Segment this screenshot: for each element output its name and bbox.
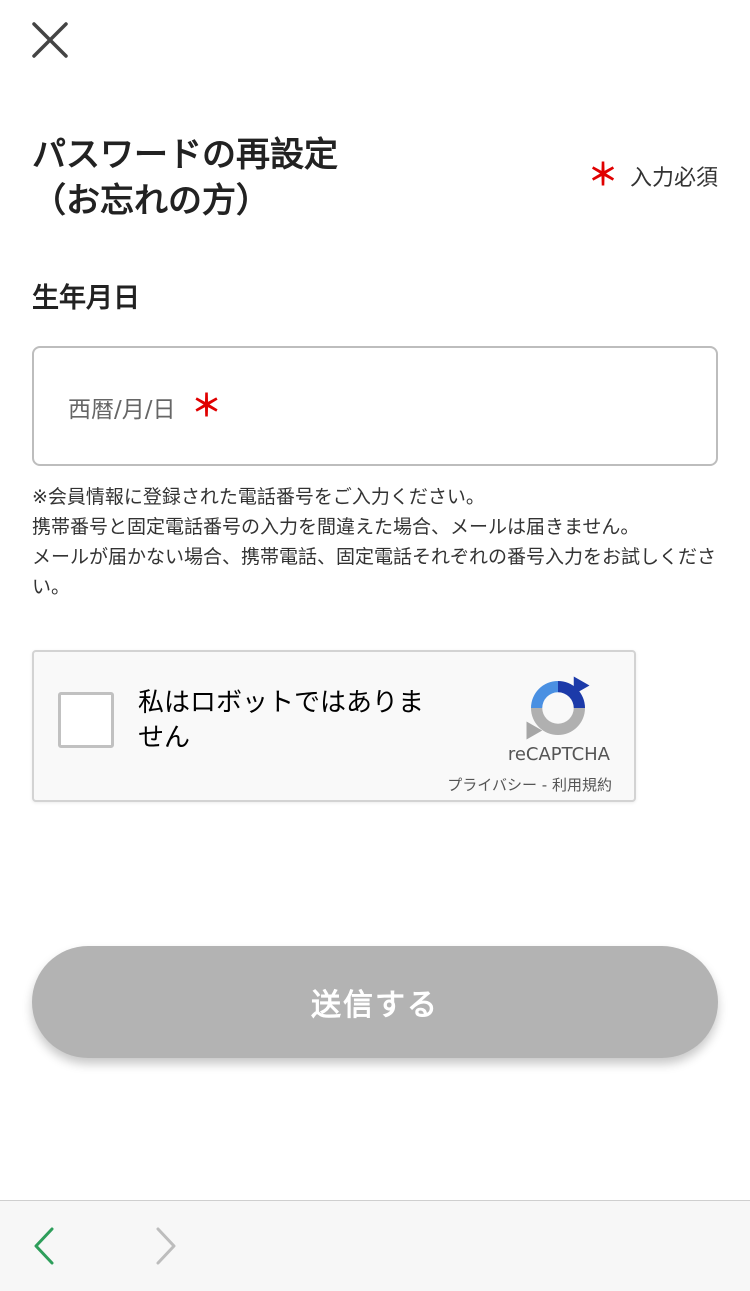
page-title: パスワードの再設定 （お忘れの方） bbox=[32, 132, 338, 224]
required-legend: ＊ 入力必須 bbox=[588, 160, 718, 192]
birthdate-input[interactable] bbox=[34, 348, 716, 464]
close-icon bbox=[32, 22, 68, 58]
back-button[interactable] bbox=[24, 1223, 64, 1269]
birthdate-field-container: 西暦/月/日 ＊ bbox=[32, 346, 718, 466]
recaptcha-widget: 私はロボットではありません reCAPTCHA プライバシー - 利用規約 bbox=[32, 650, 636, 802]
note-line: 携帯番号と固定電話番号の入力を間違えた場合、メールは届きません。 bbox=[32, 516, 640, 538]
recaptcha-links: プライバシー - 利用規約 bbox=[447, 774, 612, 795]
chevron-right-icon bbox=[156, 1227, 176, 1265]
recaptcha-checkbox[interactable] bbox=[58, 692, 114, 748]
recaptcha-logo-icon bbox=[526, 676, 590, 740]
required-asterisk-icon: ＊ bbox=[587, 158, 618, 193]
note-line: メールが届かない場合、携帯電話、固定電話それぞれの番号入力をお試しください。 bbox=[32, 546, 717, 598]
recaptcha-privacy-link[interactable]: プライバシー bbox=[447, 776, 537, 794]
forward-button[interactable] bbox=[146, 1223, 186, 1269]
phone-note: ※会員情報に登録された電話番号をご入力ください。 携帯番号と固定電話番号の入力を… bbox=[32, 482, 722, 602]
note-line: ※会員情報に登録された電話番号をご入力ください。 bbox=[32, 486, 485, 508]
recaptcha-brand: reCAPTCHA bbox=[507, 744, 610, 765]
required-legend-label: 入力必須 bbox=[629, 166, 718, 191]
close-button[interactable] bbox=[28, 18, 72, 62]
page-title-line2: （お忘れの方） bbox=[32, 181, 270, 221]
recaptcha-terms-link[interactable]: 利用規約 bbox=[552, 776, 612, 794]
birthdate-label: 生年月日 bbox=[32, 283, 140, 314]
recaptcha-link-separator: - bbox=[541, 776, 548, 794]
submit-button[interactable]: 送信する bbox=[32, 946, 718, 1058]
recaptcha-label: 私はロボットではありません bbox=[138, 688, 425, 753]
chevron-left-icon bbox=[34, 1227, 54, 1265]
page-title-line1: パスワードの再設定 bbox=[32, 135, 338, 175]
browser-nav-bar bbox=[0, 1200, 750, 1291]
